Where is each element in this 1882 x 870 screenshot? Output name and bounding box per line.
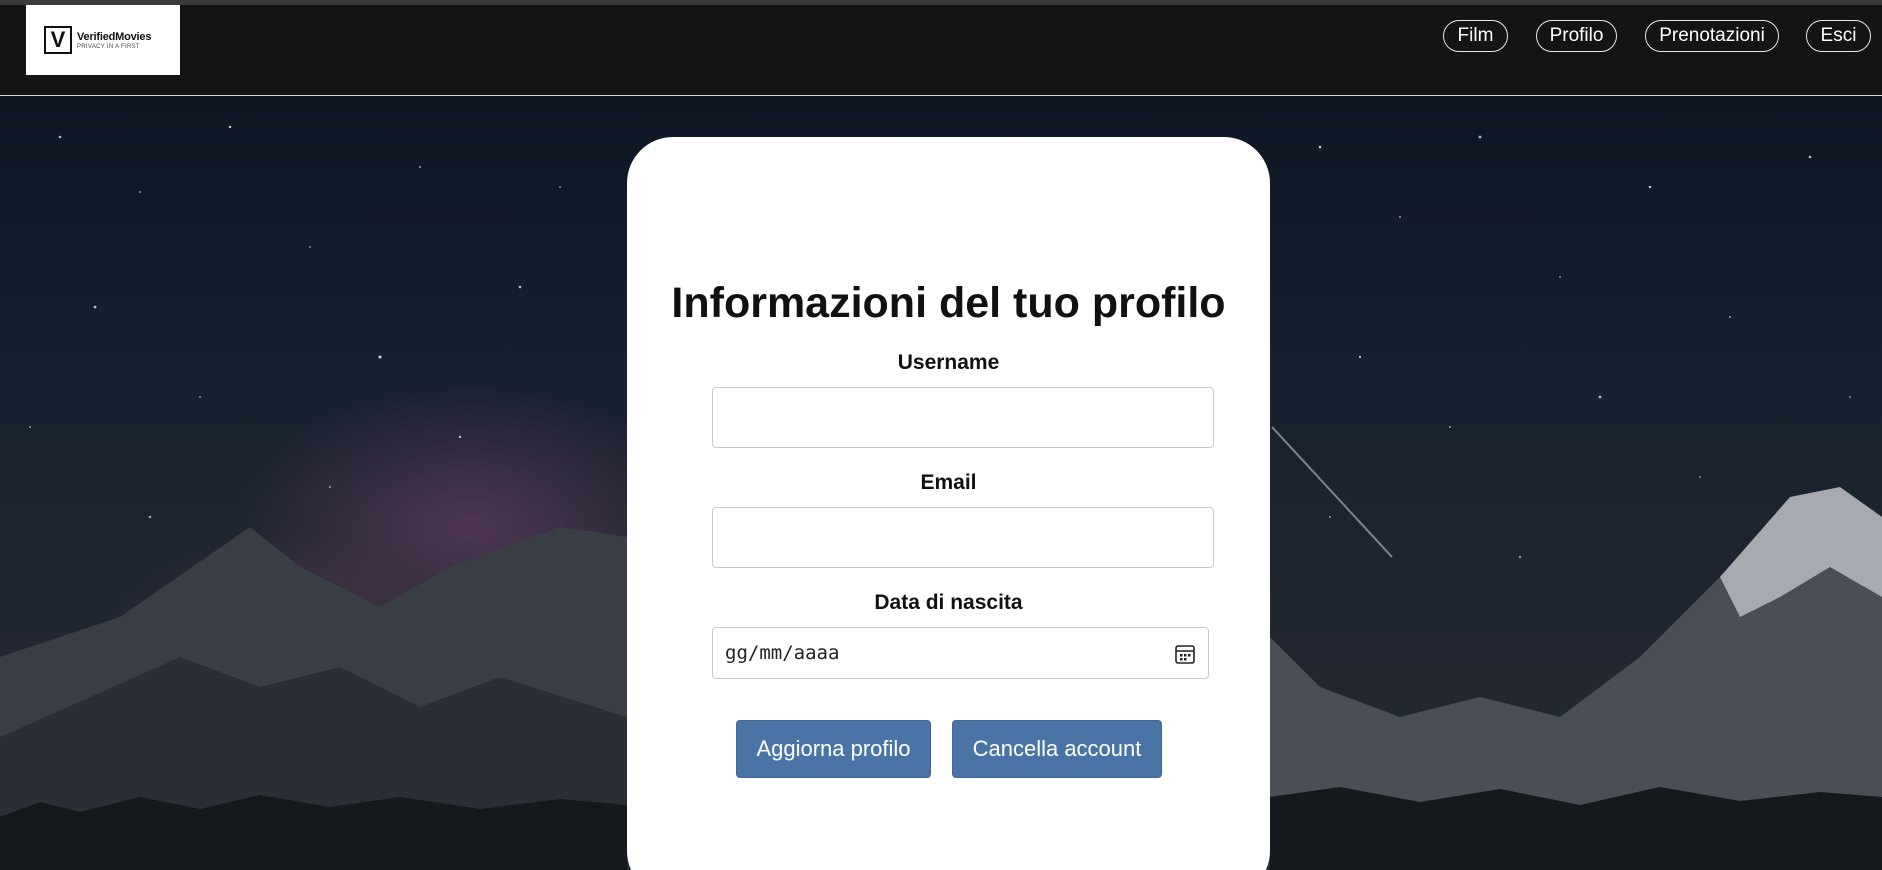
page-title: Informazioni del tuo profilo (671, 279, 1226, 327)
calendar-icon[interactable] (1174, 643, 1196, 665)
delete-account-button[interactable]: Cancella account (952, 720, 1162, 778)
nav-film[interactable]: Film (1443, 20, 1508, 52)
logo-text: VerifiedMovies PRIVACY IN A FIRST (77, 31, 151, 50)
nav-profilo[interactable]: Profilo (1536, 20, 1617, 52)
logo-tagline: PRIVACY IN A FIRST (77, 43, 140, 50)
profile-card: Informazioni del tuo profilo Username Em… (627, 137, 1270, 870)
birthdate-placeholder: gg/mm/aaaa (725, 642, 840, 664)
shooting-star (1271, 426, 1393, 558)
update-profile-button[interactable]: Aggiorna profilo (736, 720, 931, 778)
logo-mark: V (44, 26, 72, 54)
logo[interactable]: V VerifiedMovies PRIVACY IN A FIRST (26, 5, 180, 75)
logo-name: VerifiedMovies (77, 30, 152, 43)
username-label: Username (897, 351, 1000, 374)
birthdate-input[interactable]: gg/mm/aaaa (712, 627, 1209, 679)
email-label: Email (920, 471, 977, 494)
birthdate-label: Data di nascita (874, 591, 1023, 614)
email-input[interactable] (712, 507, 1214, 568)
username-input[interactable] (712, 387, 1214, 448)
nav-prenotazioni[interactable]: Prenotazioni (1645, 20, 1779, 52)
navbar: V VerifiedMovies PRIVACY IN A FIRST Film… (0, 5, 1882, 96)
nav-esci[interactable]: Esci (1806, 20, 1871, 52)
